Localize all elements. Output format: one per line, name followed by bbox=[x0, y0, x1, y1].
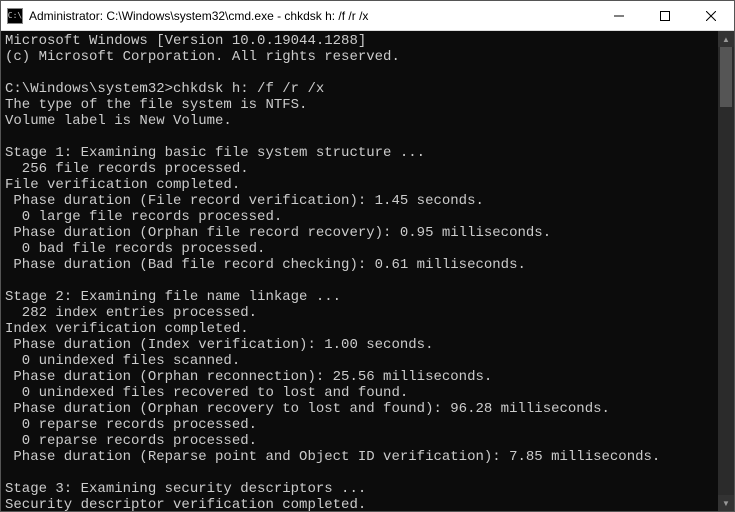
terminal-line: Phase duration (File record verification… bbox=[5, 193, 714, 209]
window-controls bbox=[596, 1, 734, 30]
terminal-line bbox=[5, 465, 714, 481]
terminal-line: C:\Windows\system32>chkdsk h: /f /r /x bbox=[5, 81, 714, 97]
terminal-line: Phase duration (Bad file record checking… bbox=[5, 257, 714, 273]
terminal-line: Security descriptor verification complet… bbox=[5, 497, 714, 511]
terminal-line: 282 index entries processed. bbox=[5, 305, 714, 321]
vertical-scrollbar[interactable]: ▲ ▼ bbox=[718, 31, 734, 511]
close-icon bbox=[706, 11, 716, 21]
terminal-line: File verification completed. bbox=[5, 177, 714, 193]
terminal-line: 0 bad file records processed. bbox=[5, 241, 714, 257]
terminal-line: 0 unindexed files recovered to lost and … bbox=[5, 385, 714, 401]
terminal-area: Microsoft Windows [Version 10.0.19044.12… bbox=[1, 31, 734, 511]
window-titlebar: C:\ Administrator: C:\Windows\system32\c… bbox=[1, 1, 734, 31]
terminal-line: Phase duration (Index verification): 1.0… bbox=[5, 337, 714, 353]
terminal-line: Phase duration (Orphan reconnection): 25… bbox=[5, 369, 714, 385]
minimize-button[interactable] bbox=[596, 1, 642, 30]
minimize-icon bbox=[614, 11, 624, 21]
terminal-line: (c) Microsoft Corporation. All rights re… bbox=[5, 49, 714, 65]
terminal-output[interactable]: Microsoft Windows [Version 10.0.19044.12… bbox=[1, 31, 718, 511]
terminal-line bbox=[5, 65, 714, 81]
terminal-line: Index verification completed. bbox=[5, 321, 714, 337]
cmd-icon: C:\ bbox=[7, 8, 23, 24]
terminal-line: 0 large file records processed. bbox=[5, 209, 714, 225]
terminal-line: Phase duration (Reparse point and Object… bbox=[5, 449, 714, 465]
maximize-button[interactable] bbox=[642, 1, 688, 30]
terminal-line: 0 reparse records processed. bbox=[5, 433, 714, 449]
terminal-line: 256 file records processed. bbox=[5, 161, 714, 177]
scroll-down-arrow-icon[interactable]: ▼ bbox=[718, 495, 734, 511]
terminal-line: Microsoft Windows [Version 10.0.19044.12… bbox=[5, 33, 714, 49]
terminal-line: Stage 3: Examining security descriptors … bbox=[5, 481, 714, 497]
terminal-line: Phase duration (Orphan file record recov… bbox=[5, 225, 714, 241]
terminal-line bbox=[5, 273, 714, 289]
terminal-line: 0 unindexed files scanned. bbox=[5, 353, 714, 369]
terminal-line: Volume label is New Volume. bbox=[5, 113, 714, 129]
terminal-line: 0 reparse records processed. bbox=[5, 417, 714, 433]
terminal-line: The type of the file system is NTFS. bbox=[5, 97, 714, 113]
terminal-line bbox=[5, 129, 714, 145]
window-title: Administrator: C:\Windows\system32\cmd.e… bbox=[29, 9, 596, 23]
terminal-line: Stage 1: Examining basic file system str… bbox=[5, 145, 714, 161]
scroll-thumb[interactable] bbox=[720, 47, 732, 107]
terminal-line: Phase duration (Orphan recovery to lost … bbox=[5, 401, 714, 417]
terminal-line: Stage 2: Examining file name linkage ... bbox=[5, 289, 714, 305]
maximize-icon bbox=[660, 11, 670, 21]
close-button[interactable] bbox=[688, 1, 734, 30]
scroll-up-arrow-icon[interactable]: ▲ bbox=[718, 31, 734, 47]
